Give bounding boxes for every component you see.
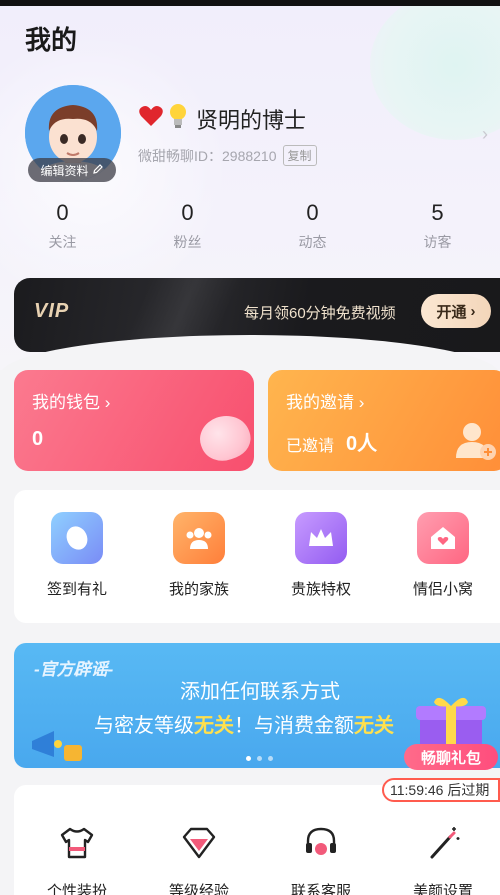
- carousel-dot[interactable]: [257, 756, 262, 761]
- headset-icon: [260, 825, 382, 866]
- feature-noble[interactable]: 贵族特权: [260, 512, 382, 599]
- feature-couple-nest[interactable]: 情侣小窝: [382, 512, 500, 599]
- heart-icon: [138, 104, 164, 133]
- tool-beauty-settings[interactable]: 美颜设置: [382, 825, 500, 895]
- user-id-row: 微甜畅聊ID： 2988210 复制: [138, 145, 317, 166]
- banner-line-1: 添加任何联系方式: [180, 681, 340, 703]
- stat-label: 访客: [423, 234, 452, 250]
- invite-label: 已邀请: [286, 438, 335, 455]
- user-id-label: 微甜畅聊ID：: [138, 147, 222, 164]
- crown-icon: [295, 512, 347, 564]
- tshirt-icon: [16, 825, 138, 866]
- vip-open-label: 开通: [436, 303, 467, 321]
- invite-title: 我的邀请 ›: [286, 393, 365, 412]
- feature-grid: 签到有礼 我的家族 贵族特权 情侣小窝: [14, 490, 500, 623]
- feature-label: 情侣小窝: [412, 581, 473, 598]
- wallet-card[interactable]: 我的钱包 › 0: [14, 370, 254, 471]
- wallet-title: 我的钱包 ›: [32, 393, 111, 412]
- gift-expiry-timer: 11:59:46 后过期: [382, 778, 500, 802]
- edit-profile-button[interactable]: 编辑资料: [28, 158, 116, 182]
- family-icon: [173, 512, 225, 564]
- stat-label: 粉丝: [173, 234, 202, 250]
- tool-level-exp[interactable]: 等级经验: [138, 825, 260, 895]
- copy-id-button[interactable]: 复制: [282, 145, 317, 166]
- nickname-row[interactable]: 贤明的博士: [138, 102, 306, 135]
- feature-label: 我的家族: [168, 581, 229, 598]
- page-title: 我的: [25, 25, 78, 55]
- stat-value: 0: [181, 200, 194, 225]
- carousel-dot[interactable]: [246, 756, 251, 761]
- stat-fans[interactable]: 0 粉丝: [125, 200, 250, 252]
- megaphone-icon: [24, 723, 84, 768]
- tool-label: 个性装扮: [46, 883, 107, 895]
- lightbulb-icon: [168, 102, 188, 135]
- tool-label: 等级经验: [168, 883, 229, 895]
- vip-open-button[interactable]: 开通 ›: [421, 294, 491, 328]
- pencil-icon: [92, 163, 104, 178]
- banner-line-2: 与密友等级无关！与消费金额无关: [94, 715, 394, 737]
- stat-value: 0: [56, 200, 69, 225]
- stat-following[interactable]: 0 关注: [0, 200, 125, 252]
- feature-family[interactable]: 我的家族: [138, 512, 260, 599]
- stat-value: 0: [306, 200, 319, 225]
- user-id-value: 2988210: [222, 147, 277, 164]
- nickname: 贤明的博士: [196, 107, 307, 133]
- add-person-icon: [454, 418, 498, 467]
- feature-label: 签到有礼: [46, 581, 107, 598]
- feature-checkin[interactable]: 签到有礼: [16, 512, 138, 599]
- carousel-dot[interactable]: [268, 756, 273, 761]
- wallet-balance: 0: [32, 428, 44, 450]
- diamond-icon: [138, 825, 260, 866]
- tool-label: 美颜设置: [412, 883, 473, 895]
- chevron-right-icon: ›: [470, 302, 476, 320]
- stats-row: 0 关注 0 粉丝 0 动态 5 访客: [0, 200, 500, 252]
- stat-label: 关注: [48, 234, 77, 250]
- bean-icon: [51, 512, 103, 564]
- profile-chevron-right-icon[interactable]: ›: [482, 124, 488, 145]
- tool-personal-dressup[interactable]: 个性装扮: [16, 825, 138, 895]
- home-heart-icon: [417, 512, 469, 564]
- status-bar: [0, 0, 500, 6]
- feature-label: 贵族特权: [290, 581, 351, 598]
- edit-profile-label: 编辑资料: [40, 163, 89, 178]
- stat-label: 动态: [298, 234, 327, 250]
- stat-value: 5: [431, 200, 444, 225]
- stat-posts[interactable]: 0 动态: [250, 200, 375, 252]
- vip-logo: VIP: [34, 300, 70, 322]
- tool-customer-service[interactable]: 联系客服: [260, 825, 382, 895]
- magic-wand-icon: [382, 825, 500, 866]
- invite-card[interactable]: 我的邀请 › 已邀请 0人: [268, 370, 500, 471]
- banner-tag: -官方辟谣-: [34, 660, 114, 679]
- gift-pack-label: 畅聊礼包: [404, 744, 498, 770]
- tool-label: 联系客服: [290, 883, 351, 895]
- stat-visitors[interactable]: 5 访客: [375, 200, 500, 252]
- carousel-dots: [246, 756, 273, 761]
- vip-promo-text: 每月领60分钟免费视频: [244, 305, 396, 322]
- gift-pack-floating-button[interactable]: 畅聊礼包: [402, 692, 500, 782]
- invite-count: 0人: [346, 433, 378, 455]
- bean-icon: [193, 408, 254, 468]
